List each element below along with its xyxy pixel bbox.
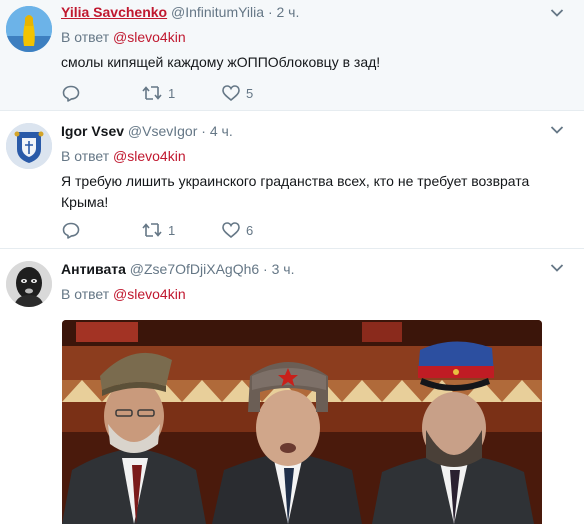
display-name[interactable]: Yilia Savchenko <box>61 4 167 20</box>
tweet-text-line: Крыма! <box>61 194 109 210</box>
retweet-button[interactable]: 1 <box>142 84 175 102</box>
separator: · <box>267 4 273 20</box>
reply-to-link[interactable]: @slevo4kin <box>113 286 186 302</box>
like-button[interactable]: 5 <box>222 84 253 102</box>
chevron-down-icon[interactable] <box>550 125 564 135</box>
tweet-header: Yilia Savchenko @InfinitumYilia · 2 ч. <box>61 4 299 20</box>
reply-to-link[interactable]: @slevo4kin <box>113 148 186 164</box>
tweet-text: Я требую лишить украинского граданства в… <box>61 171 561 213</box>
like-count: 5 <box>246 85 254 101</box>
avatar[interactable] <box>6 123 52 169</box>
retweet-icon <box>142 223 162 237</box>
heart-icon <box>222 222 240 238</box>
avatar[interactable] <box>6 261 52 307</box>
separator: · <box>201 123 206 139</box>
tweet-3[interactable]: Антивата @Zse7OfDjiXAgQh6 · 3 ч. В ответ… <box>0 249 584 524</box>
retweet-icon <box>142 86 162 100</box>
timestamp[interactable]: 2 ч. <box>277 4 300 20</box>
user-handle[interactable]: @Zse7OfDjiXAgQh6 <box>130 261 259 277</box>
chevron-down-icon[interactable] <box>550 263 564 273</box>
tweet-2[interactable]: Igor Vsev @VsevIgor · 4 ч. В ответ @slev… <box>0 111 584 248</box>
reply-to-link[interactable]: @slevo4kin <box>113 29 186 45</box>
tweet-text-line: Я требую лишить украинского граданства в… <box>61 173 530 189</box>
heart-icon <box>222 85 240 101</box>
display-name[interactable]: Антивата <box>61 261 126 277</box>
reply-button[interactable] <box>62 84 80 102</box>
chevron-down-icon[interactable] <box>550 8 564 18</box>
tweet-photo[interactable] <box>62 320 542 524</box>
reply-icon <box>62 85 80 102</box>
tweet-header: Igor Vsev @VsevIgor · 4 ч. <box>61 123 233 139</box>
tweet-1[interactable]: Yilia Savchenko @InfinitumYilia · 2 ч. В… <box>0 0 584 110</box>
user-handle[interactable]: @VsevIgor <box>128 123 197 139</box>
reply-prefix: В ответ <box>61 148 110 164</box>
retweet-count: 1 <box>168 222 176 238</box>
reply-prefix: В ответ <box>61 286 110 302</box>
reply-button[interactable] <box>62 221 80 239</box>
tweet-text: смолы кипящей каждому жОППОблоковцу в за… <box>61 54 381 70</box>
retweet-count: 1 <box>168 85 176 101</box>
like-count: 6 <box>246 222 254 238</box>
like-button[interactable]: 6 <box>222 221 253 239</box>
reply-prefix: В ответ <box>61 29 110 45</box>
reply-context: В ответ @slevo4kin <box>61 286 186 302</box>
separator: · <box>263 261 268 277</box>
timestamp[interactable]: 4 ч. <box>210 123 233 139</box>
avatar[interactable] <box>6 6 52 52</box>
timestamp[interactable]: 3 ч. <box>272 261 295 277</box>
reply-context: В ответ @slevo4kin <box>61 29 186 45</box>
reply-context: В ответ @slevo4kin <box>61 148 186 164</box>
reply-icon <box>62 222 80 239</box>
user-handle[interactable]: @InfinitumYilia <box>171 4 264 20</box>
retweet-button[interactable]: 1 <box>142 221 175 239</box>
tweet-header: Антивата @Zse7OfDjiXAgQh6 · 3 ч. <box>61 261 294 277</box>
display-name[interactable]: Igor Vsev <box>61 123 124 139</box>
